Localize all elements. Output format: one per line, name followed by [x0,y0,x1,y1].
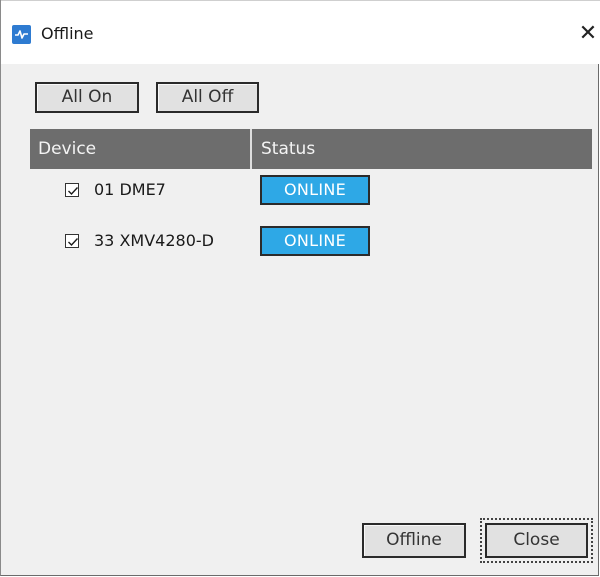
device-checkbox[interactable] [65,183,79,197]
column-divider[interactable] [250,129,252,169]
close-button-label: Close [485,523,588,558]
app-logo-icon [12,25,31,44]
device-name: 01 DME7 [94,180,166,199]
device-name: 33 XMV4280-D [94,231,214,250]
close-window-icon[interactable]: ✕ [575,19,600,49]
offline-button[interactable]: Offline [362,523,466,558]
offline-dialog: Offline ✕ All On All Off Device Status 0… [0,0,600,576]
checkmark-icon [68,238,79,247]
title-bar: Offline ✕ [1,0,600,64]
all-on-button[interactable]: All On [35,82,139,113]
device-table: Device Status 01 DME7 ONLINE 33 XMV4280-… [30,129,592,508]
status-badge: ONLINE [260,175,370,205]
column-header-device[interactable]: Device [38,129,96,169]
table-row: 33 XMV4280-D ONLINE [30,225,592,259]
table-header: Device Status [30,129,592,169]
all-off-button[interactable]: All Off [156,82,259,113]
table-row: 01 DME7 ONLINE [30,174,592,208]
column-header-status[interactable]: Status [261,129,315,169]
checkmark-icon [68,187,79,196]
device-checkbox[interactable] [65,234,79,248]
window-title: Offline [41,24,94,43]
close-button[interactable]: Close [480,518,593,563]
status-badge: ONLINE [260,226,370,256]
